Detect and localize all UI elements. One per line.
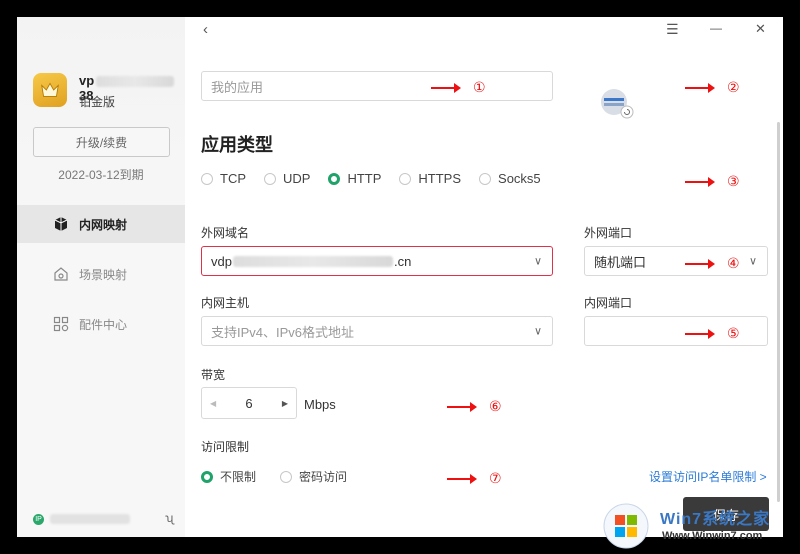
blurred-ip: [50, 514, 130, 524]
access-radio-group: 不限制 密码访问: [201, 468, 365, 485]
ip-whitelist-link[interactable]: 设置访问IP名单限制 >: [649, 468, 767, 485]
external-port-label: 外网端口: [584, 226, 633, 240]
crown-icon: [33, 73, 67, 107]
annotation-arrow: ⑤: [685, 325, 740, 342]
connection-status: IP: [33, 512, 183, 526]
watermark-url: Www.Winwin7.com: [662, 530, 763, 542]
app-window: vp38 铂金版 升级/续费 2022-03-12到期 内网映射 场景映射 配件…: [17, 17, 783, 537]
blurred-domain: [232, 255, 393, 267]
sidebar-item-label: 场景映射: [79, 267, 128, 282]
annotation-arrow: ①: [431, 79, 486, 96]
watermark-text: Win7系统之家: [660, 511, 771, 528]
chevron-down-icon: ∨: [533, 255, 542, 268]
radio-no-limit[interactable]: 不限制: [201, 468, 256, 485]
bandwidth-unit: Mbps: [304, 397, 336, 412]
internal-host-select[interactable]: 支持IPv4、IPv6格式地址 ∨: [201, 316, 553, 346]
cube-icon: [53, 216, 69, 232]
radio-password[interactable]: 密码访问: [280, 468, 347, 485]
back-icon[interactable]: ‹: [203, 21, 208, 38]
expire-date: 2022-03-12到期: [58, 168, 144, 182]
app-name-input[interactable]: 我的应用: [201, 71, 553, 101]
annotation-arrow: ②: [685, 79, 740, 96]
main-panel: ‹ ☰ — ✕ 我的应用 ① ② 应用类型 TCP UDP HTTP HTTPS…: [185, 17, 783, 537]
external-port-select[interactable]: 随机端口 ∨: [584, 246, 768, 276]
app-icon-picker[interactable]: [600, 87, 634, 121]
sidebar: vp38 铂金版 升级/续费 2022-03-12到期 内网映射 场景映射 配件…: [17, 17, 185, 537]
internal-host-label: 内网主机: [201, 296, 250, 310]
app-type-radio-group: TCP UDP HTTP HTTPS Socks5: [201, 171, 559, 186]
stethoscope-icon[interactable]: ʯ: [165, 511, 173, 525]
sidebar-item-label: 配件中心: [79, 317, 128, 332]
sidebar-item-scene-mapping[interactable]: 场景映射: [17, 255, 185, 293]
scrollbar[interactable]: [777, 122, 780, 502]
chevron-down-icon: ∨: [533, 325, 542, 338]
user-tier: 铂金版: [79, 95, 116, 109]
minimize-icon[interactable]: —: [710, 21, 722, 35]
grid-icon: [53, 316, 69, 332]
internal-port-input[interactable]: [584, 316, 768, 346]
bandwidth-value: 6: [245, 395, 253, 411]
radio-https[interactable]: HTTPS: [399, 171, 461, 186]
radio-http[interactable]: HTTP: [328, 171, 381, 186]
annotation-arrow: ⑦: [447, 470, 502, 487]
scene-icon: [53, 266, 69, 282]
increment-icon[interactable]: ▶: [282, 399, 288, 408]
menu-icon[interactable]: ☰: [666, 21, 679, 38]
radio-tcp[interactable]: TCP: [201, 171, 246, 186]
sidebar-item-label: 内网映射: [79, 217, 128, 232]
annotation-arrow: ⑥: [447, 398, 502, 415]
blurred-username: [96, 76, 175, 88]
bandwidth-stepper[interactable]: ◀ 6 ▶: [201, 387, 297, 419]
close-icon[interactable]: ✕: [755, 21, 766, 37]
status-dot-icon: IP: [33, 513, 44, 525]
sidebar-item-accessories[interactable]: 配件中心: [17, 305, 185, 343]
sidebar-item-intranet-mapping[interactable]: 内网映射: [17, 205, 185, 243]
external-domain-label: 外网域名: [201, 226, 250, 240]
external-domain-select[interactable]: vdp .cn ∨: [201, 246, 553, 276]
internal-port-label: 内网端口: [584, 296, 633, 310]
section-title: 应用类型: [201, 135, 273, 155]
annotation-arrow: ④: [685, 255, 740, 272]
radio-udp[interactable]: UDP: [264, 171, 310, 186]
radio-socks5[interactable]: Socks5: [479, 171, 541, 186]
chevron-down-icon: ∨: [748, 255, 757, 268]
access-label: 访问限制: [201, 440, 250, 454]
bandwidth-label: 带宽: [201, 368, 226, 382]
decrement-icon[interactable]: ◀: [210, 399, 216, 408]
upgrade-button[interactable]: 升级/续费: [33, 127, 170, 157]
annotation-arrow: ③: [685, 173, 740, 190]
